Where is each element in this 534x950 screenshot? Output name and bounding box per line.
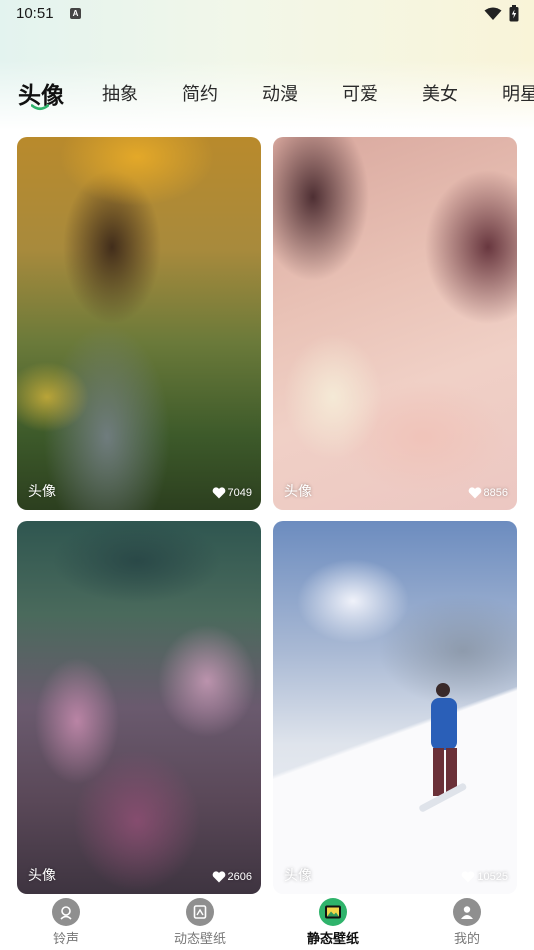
card-category-label: 头像 <box>284 484 312 500</box>
nav-label: 静态壁纸 <box>306 932 359 947</box>
a-letter-icon: A <box>70 8 81 19</box>
bottom-nav: 铃声 动态壁纸 静态壁纸 我的 <box>0 896 534 950</box>
heart-icon <box>212 871 225 883</box>
nav-ringtone[interactable]: 铃声 <box>11 898 121 947</box>
wallpaper-card[interactable]: 头像 10525 <box>273 521 517 894</box>
likes-count: 10525 <box>477 871 508 883</box>
battery-icon <box>509 5 519 22</box>
nav-label: 动态壁纸 <box>173 932 226 947</box>
card-category-label: 头像 <box>28 868 56 884</box>
snowboarder-figure <box>419 683 467 812</box>
tab-cute[interactable]: 可爱 <box>342 80 378 106</box>
nav-label: 我的 <box>453 932 480 947</box>
category-tabs: 头像 抽象 简约 动漫 可爱 美女 明星 <box>0 74 534 114</box>
tab-celebrity[interactable]: 明星 <box>502 80 534 106</box>
likes-count: 8856 <box>483 487 508 499</box>
card-category-label: 头像 <box>28 484 56 500</box>
ringtone-icon <box>52 898 80 926</box>
status-bar: 10:51 A <box>0 0 534 28</box>
nav-profile[interactable]: 我的 <box>412 898 522 947</box>
likes-count: 7049 <box>227 487 252 499</box>
card-likes: 10525 <box>461 871 508 883</box>
tab-abstract[interactable]: 抽象 <box>102 80 138 106</box>
likes-count: 2606 <box>227 871 252 883</box>
wallpaper-card[interactable]: 头像 8856 <box>273 137 517 510</box>
heart-icon <box>212 487 225 499</box>
nav-live-wallpaper[interactable]: 动态壁纸 <box>145 898 255 947</box>
card-likes: 2606 <box>212 871 252 883</box>
static-wallpaper-icon <box>319 898 347 926</box>
heart-icon <box>468 487 481 499</box>
wallpaper-card[interactable]: 头像 2606 <box>17 521 261 894</box>
active-tab-indicator <box>31 104 49 111</box>
wallpaper-card[interactable]: 头像 7049 <box>17 137 261 510</box>
tab-simple[interactable]: 简约 <box>182 80 218 106</box>
nav-label: 铃声 <box>52 932 79 947</box>
status-time: 10:51 <box>16 5 54 22</box>
profile-icon <box>453 898 481 926</box>
card-likes: 7049 <box>212 487 252 499</box>
card-likes: 8856 <box>468 487 508 499</box>
tab-beauty[interactable]: 美女 <box>422 80 458 106</box>
wifi-icon <box>484 7 502 20</box>
heart-icon <box>462 871 475 883</box>
nav-static-wallpaper[interactable]: 静态壁纸 <box>278 898 388 947</box>
card-category-label: 头像 <box>284 868 312 884</box>
tab-anime[interactable]: 动漫 <box>262 80 298 106</box>
live-wallpaper-icon <box>186 898 214 926</box>
